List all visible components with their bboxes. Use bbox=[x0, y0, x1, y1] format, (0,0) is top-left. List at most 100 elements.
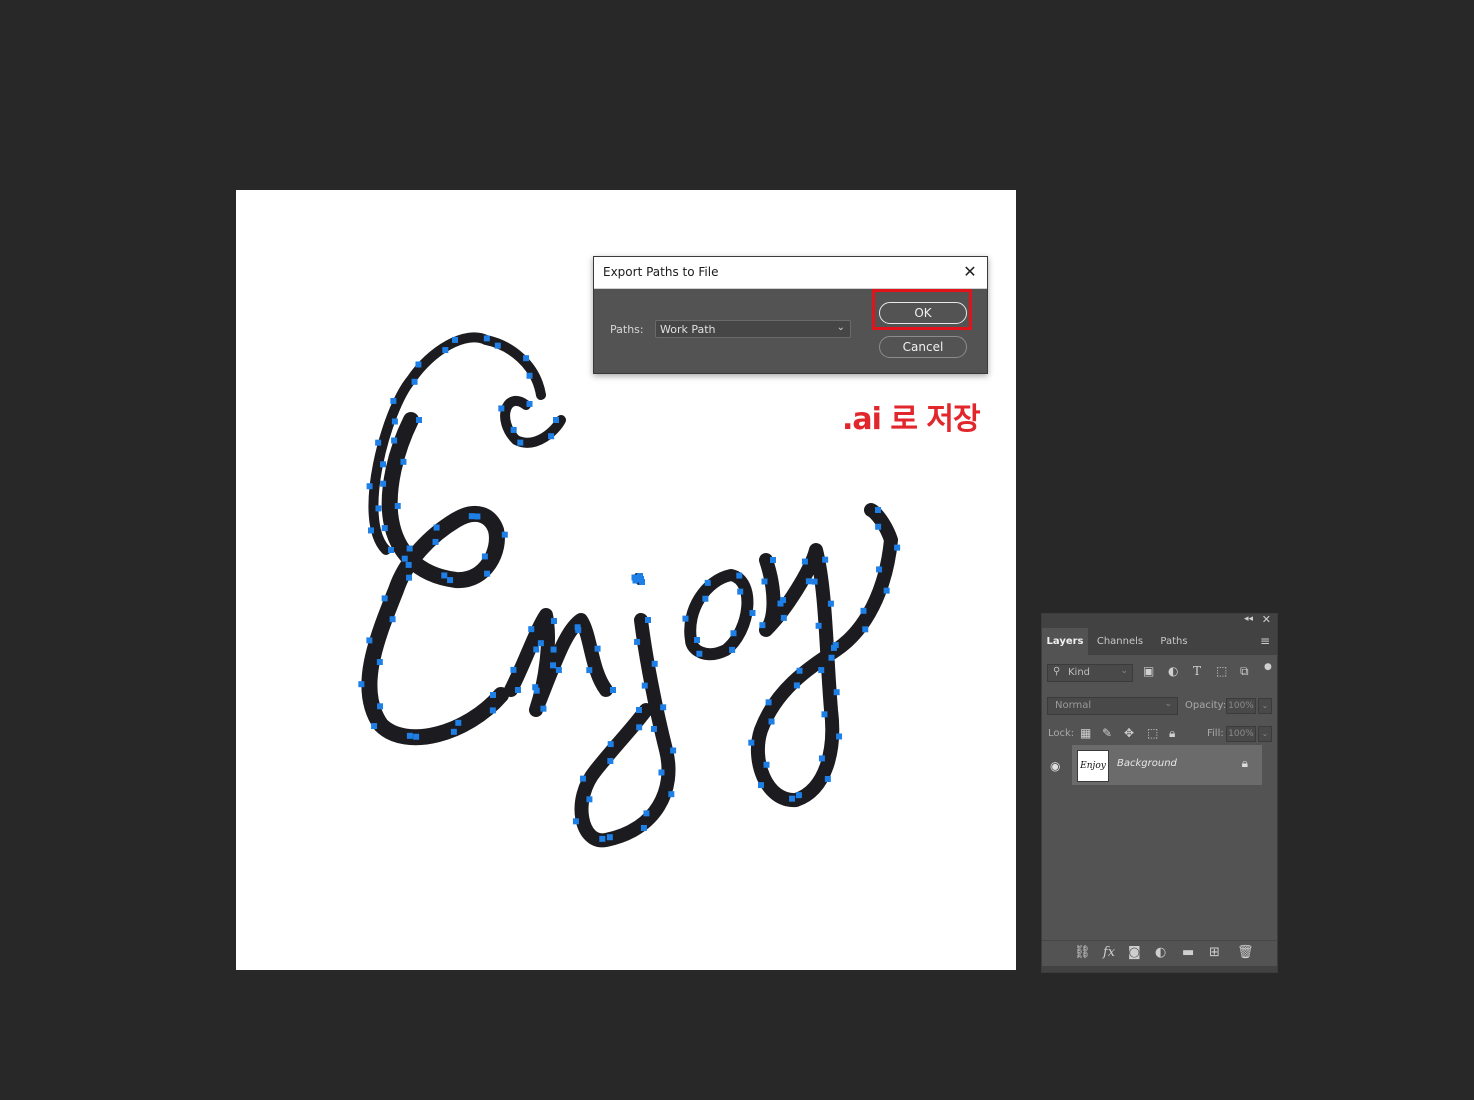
path-anchor-point[interactable] bbox=[894, 544, 901, 551]
path-anchor-point[interactable] bbox=[510, 426, 517, 433]
path-anchor-point[interactable] bbox=[748, 739, 755, 746]
path-anchor-point[interactable] bbox=[650, 725, 657, 732]
path-anchor-point[interactable] bbox=[860, 607, 867, 614]
path-anchor-point[interactable] bbox=[481, 553, 488, 560]
path-anchor-point[interactable] bbox=[468, 513, 475, 520]
path-anchor-point[interactable] bbox=[489, 707, 496, 714]
path-anchor-point[interactable] bbox=[550, 662, 557, 669]
dialog-titlebar[interactable]: Export Paths to File ✕ bbox=[594, 257, 987, 289]
lock-position-icon[interactable]: ✥ bbox=[1124, 726, 1134, 740]
path-anchor-point[interactable] bbox=[704, 579, 711, 586]
visibility-eye-icon[interactable]: ◉ bbox=[1050, 759, 1060, 773]
blend-mode-select[interactable]: Normal ⌄ bbox=[1047, 697, 1178, 715]
path-anchor-point[interactable] bbox=[416, 417, 422, 423]
path-anchor-point[interactable] bbox=[827, 600, 834, 607]
path-anchor-point[interactable] bbox=[599, 835, 606, 842]
path-anchor-point[interactable] bbox=[432, 538, 439, 545]
path-anchor-point[interactable] bbox=[607, 741, 614, 748]
path-anchor-point[interactable] bbox=[668, 791, 675, 798]
path-anchor-point[interactable] bbox=[796, 667, 803, 674]
panel-close-icon[interactable]: ✕ bbox=[1262, 613, 1271, 626]
path-anchor-point[interactable] bbox=[401, 555, 408, 562]
path-anchor-point[interactable] bbox=[515, 687, 521, 693]
path-anchor-point[interactable] bbox=[833, 689, 840, 696]
path-anchor-point[interactable] bbox=[498, 405, 505, 412]
path-anchor-point[interactable] bbox=[694, 637, 700, 643]
paths-select[interactable]: Work Path ⌄ bbox=[655, 320, 851, 338]
path-anchor-point[interactable] bbox=[821, 711, 828, 718]
opacity-dropdown[interactable]: ⌄ bbox=[1258, 698, 1272, 714]
fx-icon[interactable]: fx bbox=[1103, 945, 1115, 960]
path-anchor-point[interactable] bbox=[641, 682, 648, 689]
lock-all-icon[interactable]: 🔒︎ bbox=[1169, 726, 1175, 741]
path-anchor-point[interactable] bbox=[455, 719, 462, 726]
path-anchor-point[interactable] bbox=[381, 595, 388, 602]
path-anchor-point[interactable] bbox=[875, 507, 881, 513]
lock-artboard-icon[interactable]: ⬚ bbox=[1147, 726, 1158, 740]
path-anchor-point[interactable] bbox=[875, 523, 882, 530]
filter-kind-select[interactable]: ⚲ Kind ⌄ bbox=[1047, 664, 1133, 682]
path-anchor-point[interactable] bbox=[550, 646, 557, 653]
path-anchor-point[interactable] bbox=[442, 347, 449, 354]
path-anchor-point[interactable] bbox=[391, 418, 398, 425]
path-anchor-point[interactable] bbox=[594, 645, 601, 652]
cancel-button[interactable]: Cancel bbox=[879, 336, 967, 358]
path-anchor-point[interactable] bbox=[447, 577, 454, 584]
path-anchor-point[interactable] bbox=[828, 654, 835, 661]
path-anchor-point[interactable] bbox=[406, 732, 413, 739]
path-anchor-point[interactable] bbox=[380, 461, 387, 468]
path-anchor-point[interactable] bbox=[634, 638, 641, 645]
path-anchor-point[interactable] bbox=[452, 336, 459, 343]
path-anchor-point[interactable] bbox=[523, 355, 530, 362]
path-anchor-point[interactable] bbox=[441, 572, 448, 579]
path-anchor-point[interactable] bbox=[815, 622, 822, 629]
path-anchor-point[interactable] bbox=[729, 646, 736, 653]
path-anchor-point[interactable] bbox=[368, 527, 375, 534]
path-anchor-point[interactable] bbox=[749, 609, 756, 616]
path-anchor-point[interactable] bbox=[586, 667, 593, 674]
path-anchor-point[interactable] bbox=[375, 439, 382, 446]
path-anchor-point[interactable] bbox=[793, 682, 800, 689]
path-anchor-point[interactable] bbox=[540, 705, 547, 712]
path-anchor-point[interactable] bbox=[366, 637, 373, 644]
path-anchor-point[interactable] bbox=[376, 659, 383, 666]
path-anchor-point[interactable] bbox=[651, 660, 658, 667]
path-anchor-point[interactable] bbox=[636, 707, 642, 713]
path-anchor-point[interactable] bbox=[450, 728, 457, 735]
path-anchor-point[interactable] bbox=[696, 650, 703, 657]
layer-row-background[interactable]: Enjoy Background 🔒︎ bbox=[1072, 745, 1262, 785]
path-anchor-point[interactable] bbox=[639, 579, 645, 585]
path-anchor-point[interactable] bbox=[390, 397, 397, 404]
path-anchor-point[interactable] bbox=[765, 699, 772, 706]
lock-transparent-icon[interactable]: ▦ bbox=[1080, 726, 1091, 740]
path-anchor-point[interactable] bbox=[501, 531, 508, 538]
path-anchor-point[interactable] bbox=[883, 587, 890, 594]
path-anchor-point[interactable] bbox=[406, 545, 413, 552]
path-anchor-point[interactable] bbox=[411, 378, 418, 385]
path-anchor-point[interactable] bbox=[415, 361, 422, 368]
path-anchor-point[interactable] bbox=[574, 624, 581, 631]
path-anchor-point[interactable] bbox=[736, 572, 743, 579]
path-anchor-point[interactable] bbox=[761, 578, 768, 585]
panel-menu-icon[interactable]: ≡ bbox=[1260, 634, 1270, 648]
path-anchor-point[interactable] bbox=[780, 597, 787, 604]
path-anchor-point[interactable] bbox=[371, 723, 378, 730]
path-anchor-point[interactable] bbox=[632, 577, 639, 584]
path-anchor-point[interactable] bbox=[643, 810, 650, 817]
path-anchor-point[interactable] bbox=[822, 556, 829, 563]
new-adjustment-icon[interactable]: ◐ bbox=[1155, 945, 1166, 960]
path-anchor-point[interactable] bbox=[553, 417, 559, 423]
path-anchor-point[interactable] bbox=[682, 615, 689, 622]
path-anchor-point[interactable] bbox=[780, 614, 787, 621]
lock-brush-icon[interactable]: ✎ bbox=[1102, 726, 1112, 740]
fill-field[interactable]: 100% bbox=[1226, 726, 1256, 742]
path-anchor-point[interactable] bbox=[381, 525, 388, 532]
path-anchor-point[interactable] bbox=[400, 458, 407, 465]
path-anchor-point[interactable] bbox=[763, 761, 770, 768]
path-anchor-point[interactable] bbox=[533, 646, 540, 653]
path-anchor-point[interactable] bbox=[555, 666, 562, 673]
path-anchor-point[interactable] bbox=[572, 818, 579, 825]
path-anchor-point[interactable] bbox=[433, 524, 440, 531]
type-filter-icon[interactable]: T bbox=[1193, 664, 1201, 678]
path-anchor-point[interactable] bbox=[375, 505, 382, 512]
